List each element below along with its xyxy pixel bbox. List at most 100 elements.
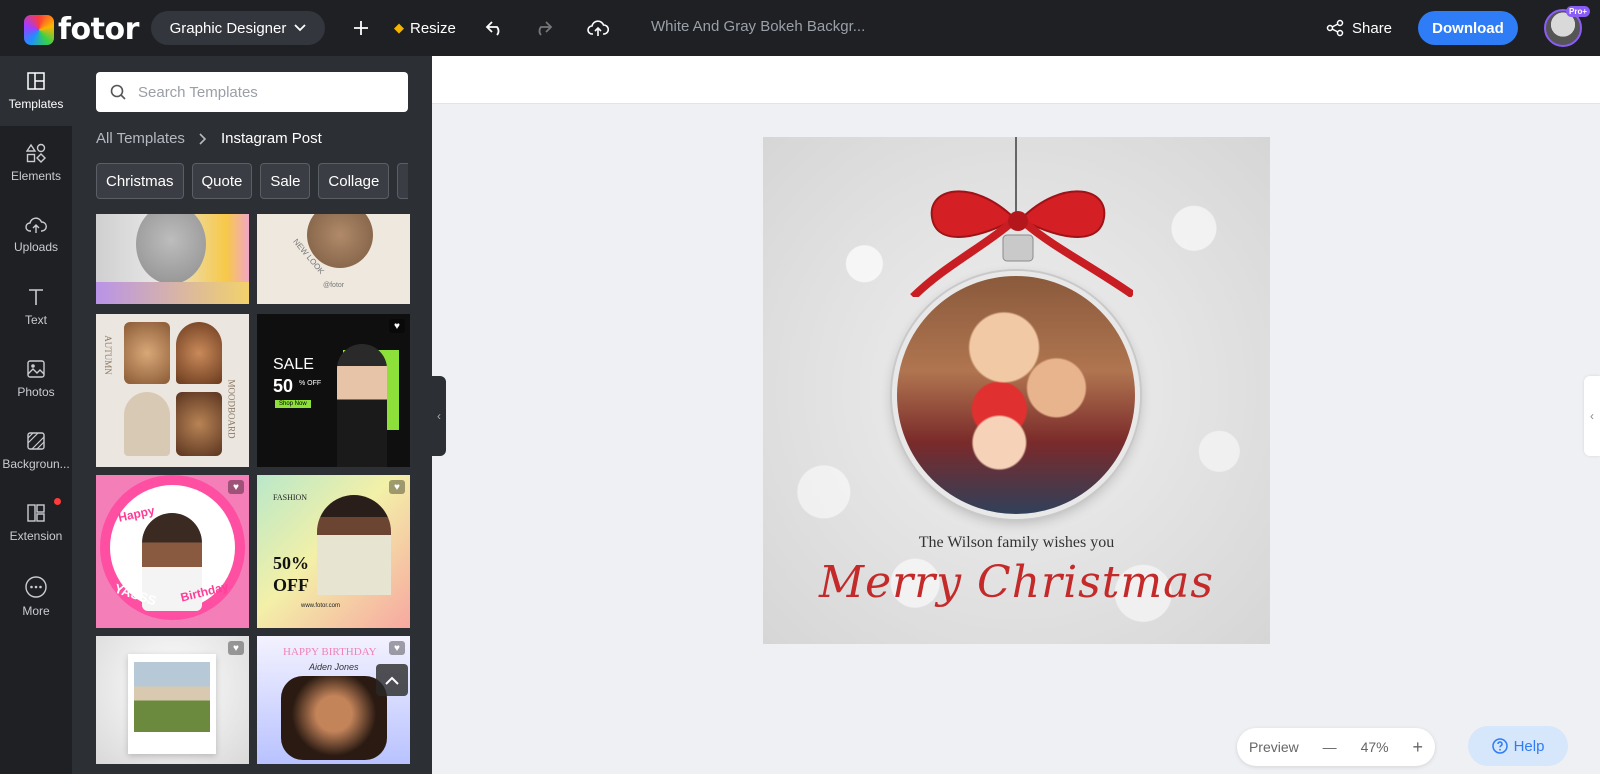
zoom-in-button[interactable]: + [1413,737,1424,758]
chevron-right-icon [199,132,207,145]
rail-label-more: More [22,604,50,618]
resize-button[interactable]: ◆ Resize [394,14,456,42]
favorite-icon[interactable]: ♥ [389,319,405,333]
favorite-icon[interactable]: ♥ [228,480,244,494]
rail-label-photos: Photos [17,385,55,399]
document-title[interactable]: White And Gray Bokeh Backgr... [651,18,865,35]
add-button[interactable] [347,14,375,42]
chevron-left-icon: ‹ [437,409,441,423]
rail-label-elements: Elements [10,169,62,183]
template-thumb-happy-birthday-aiden[interactable]: HAPPY BIRTHDAY Aiden Jones ♥ [257,636,410,764]
share-label: Share [1352,19,1393,37]
new-look-handle: @fotor [323,282,345,289]
moodboard-photo-1 [124,322,170,384]
sale-model [337,344,387,467]
search-box[interactable] [96,72,408,112]
rail-label-background: Backgroun... [2,457,70,471]
favorite-icon[interactable]: ♥ [228,641,244,655]
birthday-photo [281,676,387,760]
pro-badge: Pro+ [1566,6,1591,17]
cloud-upload-icon [587,20,609,36]
sale-percent: 50 [273,376,294,396]
autumn-label: AUTUMN [102,335,113,375]
search-input[interactable] [138,83,388,101]
sale-off: % OFF [299,380,322,387]
cloud-save-button[interactable] [584,14,612,42]
design-caption[interactable]: The Wilson family wishes you [763,534,1270,552]
preview-button[interactable]: Preview [1249,739,1299,755]
template-thumb-fashion-50-off[interactable]: FASHION 50% OFF www.fotor.com ♥ [257,475,410,628]
share-button[interactable]: Share [1326,14,1392,42]
category-chips: Christmas Quote Sale Collage S> [96,163,408,199]
chip-quote[interactable]: Quote [191,163,253,199]
sale-title: SALE [273,356,314,373]
download-button[interactable]: Download [1418,11,1518,45]
design-canvas[interactable]: The Wilson family wishes you Merry Chris… [763,137,1270,644]
fotor-logo[interactable]: fotor [24,12,139,47]
rail-item-elements[interactable]: Elements [0,128,72,198]
template-thumb-blonde-portrait[interactable] [96,214,249,304]
extension-icon [27,504,45,522]
rail-item-templates[interactable]: Templates [0,56,72,126]
birthday-name: Aiden Jones [309,662,359,672]
fashion-model [317,495,391,595]
photos-icon [27,360,45,378]
upload-icon [25,217,47,233]
chip-more[interactable]: S> [397,163,408,199]
role-dropdown[interactable]: Graphic Designer [151,11,325,45]
undo-icon [485,21,500,36]
search-icon [110,84,126,100]
moodboard-label: MOODBOARD [226,379,237,439]
family-photo[interactable] [892,271,1140,519]
chip-christmas[interactable]: Christmas [96,163,184,199]
help-icon [1491,738,1508,754]
breadcrumb: All Templates Instagram Post [96,130,322,147]
zoom-out-button[interactable]: — [1323,739,1337,755]
fashion-percent: 50% [273,553,309,573]
redo-button[interactable] [529,14,557,42]
moodboard-photo-4 [176,392,222,456]
collapse-panel-handle[interactable]: ‹ [432,376,446,456]
rail-item-text[interactable]: Text [0,272,72,342]
chip-sale[interactable]: Sale [260,163,311,199]
fashion-off: OFF [273,575,309,595]
fotor-logo-icon [24,14,54,45]
fashion-url: www.fotor.com [301,603,341,609]
rail-item-more[interactable]: More [0,562,72,632]
thumb-stripe [96,282,249,304]
help-label: Help [1513,737,1545,755]
background-icon [27,432,45,450]
polaroid-photo [134,662,210,732]
left-rail: Templates Elements Uploads Text Photos B… [0,56,72,774]
right-panel-handle[interactable]: ‹ [1584,376,1600,456]
design-headline[interactable]: Merry Christmas [763,557,1270,608]
role-label: Graphic Designer [169,19,287,37]
template-thumb-autumn-moodboard[interactable]: AUTUMN MOODBOARD [96,314,249,467]
help-button[interactable]: Help [1468,726,1568,766]
rail-item-photos[interactable]: Photos [0,344,72,414]
undo-button[interactable] [481,14,509,42]
template-thumb-polaroid[interactable]: ♥ [96,636,249,764]
chip-collage[interactable]: Collage [318,163,390,199]
crown-icon: ◆ [394,20,404,35]
more-icon [25,576,47,598]
templates-icon [27,72,45,90]
chevron-up-icon [385,676,399,685]
notification-dot [54,498,61,505]
template-thumb-happy-birthday-heart[interactable]: Happy Birthday YASSS ♥ [96,475,249,628]
plus-icon [354,21,368,35]
zoom-level[interactable]: 47% [1361,739,1389,755]
template-thumb-new-look[interactable]: NEW LOOK @fotor [257,214,410,304]
rail-item-uploads[interactable]: Uploads [0,200,72,270]
template-thumb-sale-50[interactable]: SALE 50 % OFF Shop Now ♥ [257,314,410,467]
share-icon [1326,19,1344,37]
breadcrumb-all-templates[interactable]: All Templates [96,130,185,147]
favorite-icon[interactable]: ♥ [389,641,405,655]
scroll-to-top-button[interactable] [376,664,408,696]
rail-label-extension: Extension [9,529,63,543]
resize-label: Resize [410,19,456,37]
rail-item-extension[interactable]: Extension [0,488,72,558]
favorite-icon[interactable]: ♥ [389,480,405,494]
rail-item-background[interactable]: Backgroun... [0,416,72,486]
rail-label-templates: Templates [8,97,64,111]
